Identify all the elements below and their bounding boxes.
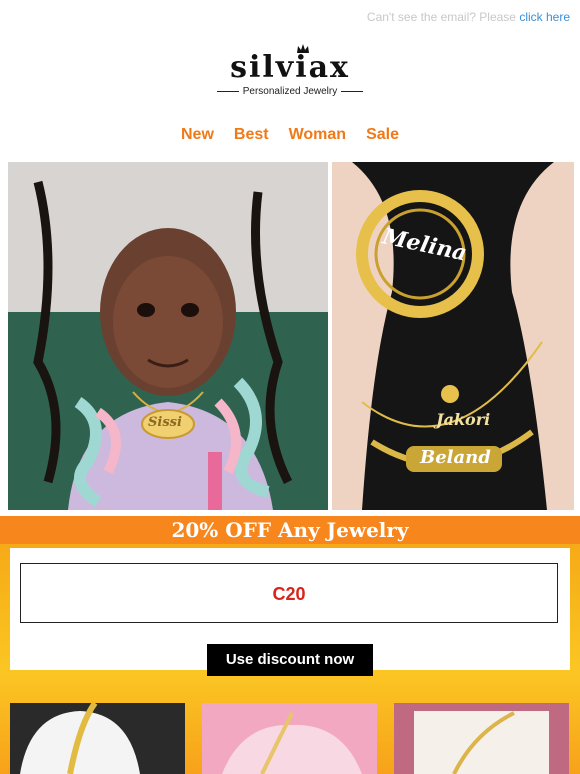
hero-image-girl[interactable]: Sissi (8, 162, 328, 510)
chain-pink-image (202, 703, 377, 774)
promo-banner: 20% OFF Any Jewelry (0, 516, 580, 544)
discount-code[interactable]: C20 (20, 563, 558, 623)
main-nav: New Best Woman Sale (0, 126, 580, 144)
product-thumb-2[interactable] (202, 703, 377, 774)
nav-new[interactable]: New (181, 126, 214, 144)
pendant-name-text: Jakori (436, 410, 491, 429)
nav-woman[interactable]: Woman (289, 126, 346, 144)
necklace-name-text: Sissi (148, 415, 182, 430)
nav-best[interactable]: Best (234, 126, 269, 144)
hero-banner: Sissi Melina Jakori Beland (8, 162, 574, 510)
product-thumbnails (10, 703, 570, 774)
nav-sale[interactable]: Sale (366, 126, 399, 144)
brand-logo[interactable]: silviax Personalized Jewelry (0, 44, 580, 97)
product-thumb-1[interactable] (10, 703, 185, 774)
use-discount-button[interactable]: Use discount now (207, 644, 373, 676)
crown-icon (297, 44, 310, 53)
tagline-divider-left (216, 91, 239, 92)
logo-tagline-row: Personalized Jewelry (0, 86, 580, 97)
email-fallback-bar: Can't see the email? Please click here (367, 10, 570, 24)
email-fallback-text: Can't see the email? Please (366, 10, 516, 24)
girl-illustration (8, 162, 328, 510)
logo-tagline: Personalized Jewelry (242, 86, 338, 97)
click-here-link[interactable]: click here (519, 10, 570, 24)
nameplate-name-text: Beland (420, 447, 491, 468)
tagline-divider-right (341, 91, 364, 92)
logo-text: silviax (230, 50, 350, 85)
chain-boxed-image (394, 703, 569, 774)
chain-on-stand-image (10, 703, 185, 774)
product-thumb-3[interactable] (394, 703, 569, 774)
hero-image-jewelry[interactable]: Melina Jakori Beland (332, 162, 574, 510)
logo-wordmark: silviax (230, 44, 350, 85)
